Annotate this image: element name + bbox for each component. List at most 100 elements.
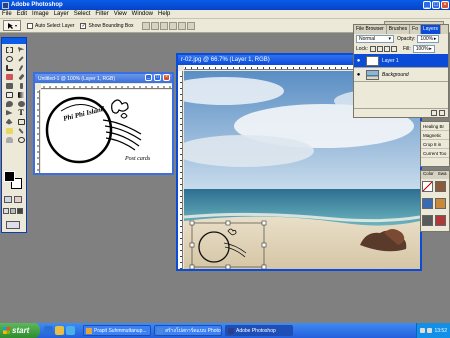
maximize-button[interactable]: □ — [432, 1, 440, 9]
shape-tool-icon[interactable] — [15, 117, 27, 126]
auto-select-layer-checkbox[interactable]: Auto Select Layer — [27, 22, 74, 29]
show-bounding-box-checkbox[interactable]: ✓ Show Bounding Box — [80, 22, 134, 29]
align-top-icon[interactable] — [141, 21, 150, 30]
tab-file-browser[interactable]: File Browser — [354, 25, 387, 34]
style-swatch[interactable] — [435, 181, 446, 192]
style-swatch[interactable] — [422, 215, 433, 226]
dodge-tool-icon[interactable] — [15, 99, 27, 108]
clock[interactable]: 13:52 — [434, 328, 447, 334]
clone-stamp-tool-icon[interactable] — [3, 81, 15, 90]
align-middle-icon[interactable] — [150, 21, 159, 30]
internet-explorer-icon[interactable] — [44, 326, 53, 335]
history-brush-tool-icon[interactable] — [15, 81, 27, 90]
healing-brush-tool-icon[interactable] — [3, 72, 15, 81]
network-icon[interactable] — [420, 328, 426, 333]
menu-view[interactable]: View — [114, 11, 127, 17]
align-right-icon[interactable] — [186, 21, 195, 30]
brush-tool-icon[interactable] — [15, 72, 27, 81]
volume-icon[interactable] — [427, 328, 433, 333]
notes-tool-icon[interactable] — [3, 126, 15, 135]
browser-icon — [157, 327, 163, 334]
marquee-tool-icon[interactable] — [3, 45, 15, 54]
blend-mode-select[interactable]: Normal ▾ — [356, 35, 394, 43]
standard-mode-icon[interactable] — [4, 196, 12, 203]
menu-layer[interactable]: Layer — [54, 11, 69, 17]
app-titlebar[interactable]: Adobe Photoshop _ □ × — [0, 0, 450, 10]
doc-close-button[interactable]: × — [163, 74, 170, 81]
path-selection-tool-icon[interactable] — [3, 108, 15, 117]
preset-item[interactable]: Current Too — [421, 149, 449, 158]
tab-layers[interactable]: Layers — [420, 25, 441, 34]
visibility-eye-icon[interactable]: ● — [354, 72, 363, 78]
taskbar-item[interactable]: Prapit Suhmmuttanup... — [83, 325, 151, 336]
preset-item[interactable]: Magnetic — [421, 131, 449, 140]
menu-help[interactable]: Help — [158, 11, 170, 17]
menu-file[interactable]: File — [2, 11, 12, 17]
type-tool-icon[interactable]: T — [15, 108, 27, 117]
zoom-tool-icon[interactable] — [15, 135, 27, 144]
close-button[interactable]: × — [441, 1, 449, 9]
jump-to-imageready-button[interactable] — [6, 221, 20, 229]
style-swatch[interactable] — [435, 198, 446, 209]
menu-image[interactable]: Image — [32, 11, 49, 17]
eyedropper-tool-icon[interactable] — [15, 126, 27, 135]
align-center-icon[interactable] — [177, 21, 186, 30]
vertical-ruler — [35, 90, 40, 173]
lock-move-icon[interactable] — [383, 46, 390, 52]
minimize-button[interactable]: _ — [423, 1, 431, 9]
taskbar-item-photoshop[interactable]: Adobe Photoshop — [225, 325, 293, 336]
magic-wand-tool-icon[interactable] — [15, 54, 27, 63]
menu-filter[interactable]: Filter — [95, 11, 108, 17]
fill-input[interactable]: 100% ▸ — [412, 45, 435, 53]
trash-icon[interactable] — [439, 110, 445, 116]
style-swatch[interactable] — [422, 198, 433, 209]
align-left-icon[interactable] — [168, 21, 177, 30]
gradient-tool-icon[interactable] — [15, 90, 27, 99]
layer-row-background[interactable]: ● Background — [354, 68, 448, 82]
preset-item[interactable]: Healing Br — [421, 122, 449, 131]
style-swatch[interactable] — [435, 215, 446, 226]
no-style-swatch[interactable] — [422, 181, 433, 192]
move-tool-preset-button[interactable] — [3, 20, 21, 31]
screen-mode-standard-icon[interactable] — [3, 208, 9, 214]
lasso-tool-icon[interactable] — [3, 54, 15, 63]
hand-tool-icon[interactable] — [3, 135, 15, 144]
doc-maximize-button[interactable]: □ — [154, 74, 161, 81]
document-canvas[interactable]: Phi Phi Island Post cards — [41, 90, 172, 173]
mask-mode-buttons — [4, 196, 24, 204]
taskbar-item[interactable]: สร้างโปสการ์ดแบบ Photosh... — [154, 325, 222, 336]
document-window-untitled[interactable]: Untitled-1 @ 100% (Layer 1, RGB) _ □ × P… — [33, 72, 174, 175]
visibility-eye-icon[interactable]: ● — [354, 58, 363, 64]
tab-brushes[interactable]: Brushes — [387, 25, 411, 34]
preset-item[interactable]: Crop 8 in — [421, 140, 449, 149]
pen-tool-icon[interactable] — [3, 117, 15, 126]
lock-brush-icon[interactable] — [376, 46, 383, 52]
crop-tool-icon[interactable] — [3, 63, 15, 72]
tab-fo[interactable]: Fo — [410, 25, 421, 34]
move-tool-icon[interactable] — [15, 45, 27, 54]
start-button[interactable]: start — [0, 323, 40, 338]
new-layer-icon[interactable] — [431, 110, 437, 116]
layer-row-layer-1[interactable]: ● Layer 1 — [354, 54, 448, 68]
tab-swatches[interactable]: Swa — [436, 171, 449, 179]
opacity-input[interactable]: 100% ▸ — [417, 35, 440, 43]
media-player-icon[interactable] — [66, 326, 75, 335]
doc-minimize-button[interactable]: _ — [145, 74, 152, 81]
eraser-tool-icon[interactable] — [3, 90, 15, 99]
lock-transparency-icon[interactable] — [369, 46, 376, 52]
document-titlebar[interactable]: Untitled-1 @ 100% (Layer 1, RGB) _ □ × — [35, 74, 172, 83]
foreground-color-swatch[interactable] — [4, 171, 15, 182]
lock-all-icon[interactable] — [390, 46, 397, 52]
tab-color[interactable]: Color — [421, 171, 436, 179]
screen-mode-black-icon[interactable] — [17, 208, 23, 214]
menu-edit[interactable]: Edit — [17, 11, 27, 17]
slice-tool-icon[interactable] — [15, 63, 27, 72]
menu-select[interactable]: Select — [74, 11, 91, 17]
blur-tool-icon[interactable] — [3, 99, 15, 108]
layer-name: Layer 1 — [382, 57, 399, 64]
show-desktop-icon[interactable] — [55, 326, 64, 335]
align-bottom-icon[interactable] — [159, 21, 168, 30]
screen-mode-full-icon[interactable] — [10, 208, 16, 214]
quick-mask-icon[interactable] — [14, 196, 22, 203]
menu-window[interactable]: Window — [132, 11, 153, 17]
